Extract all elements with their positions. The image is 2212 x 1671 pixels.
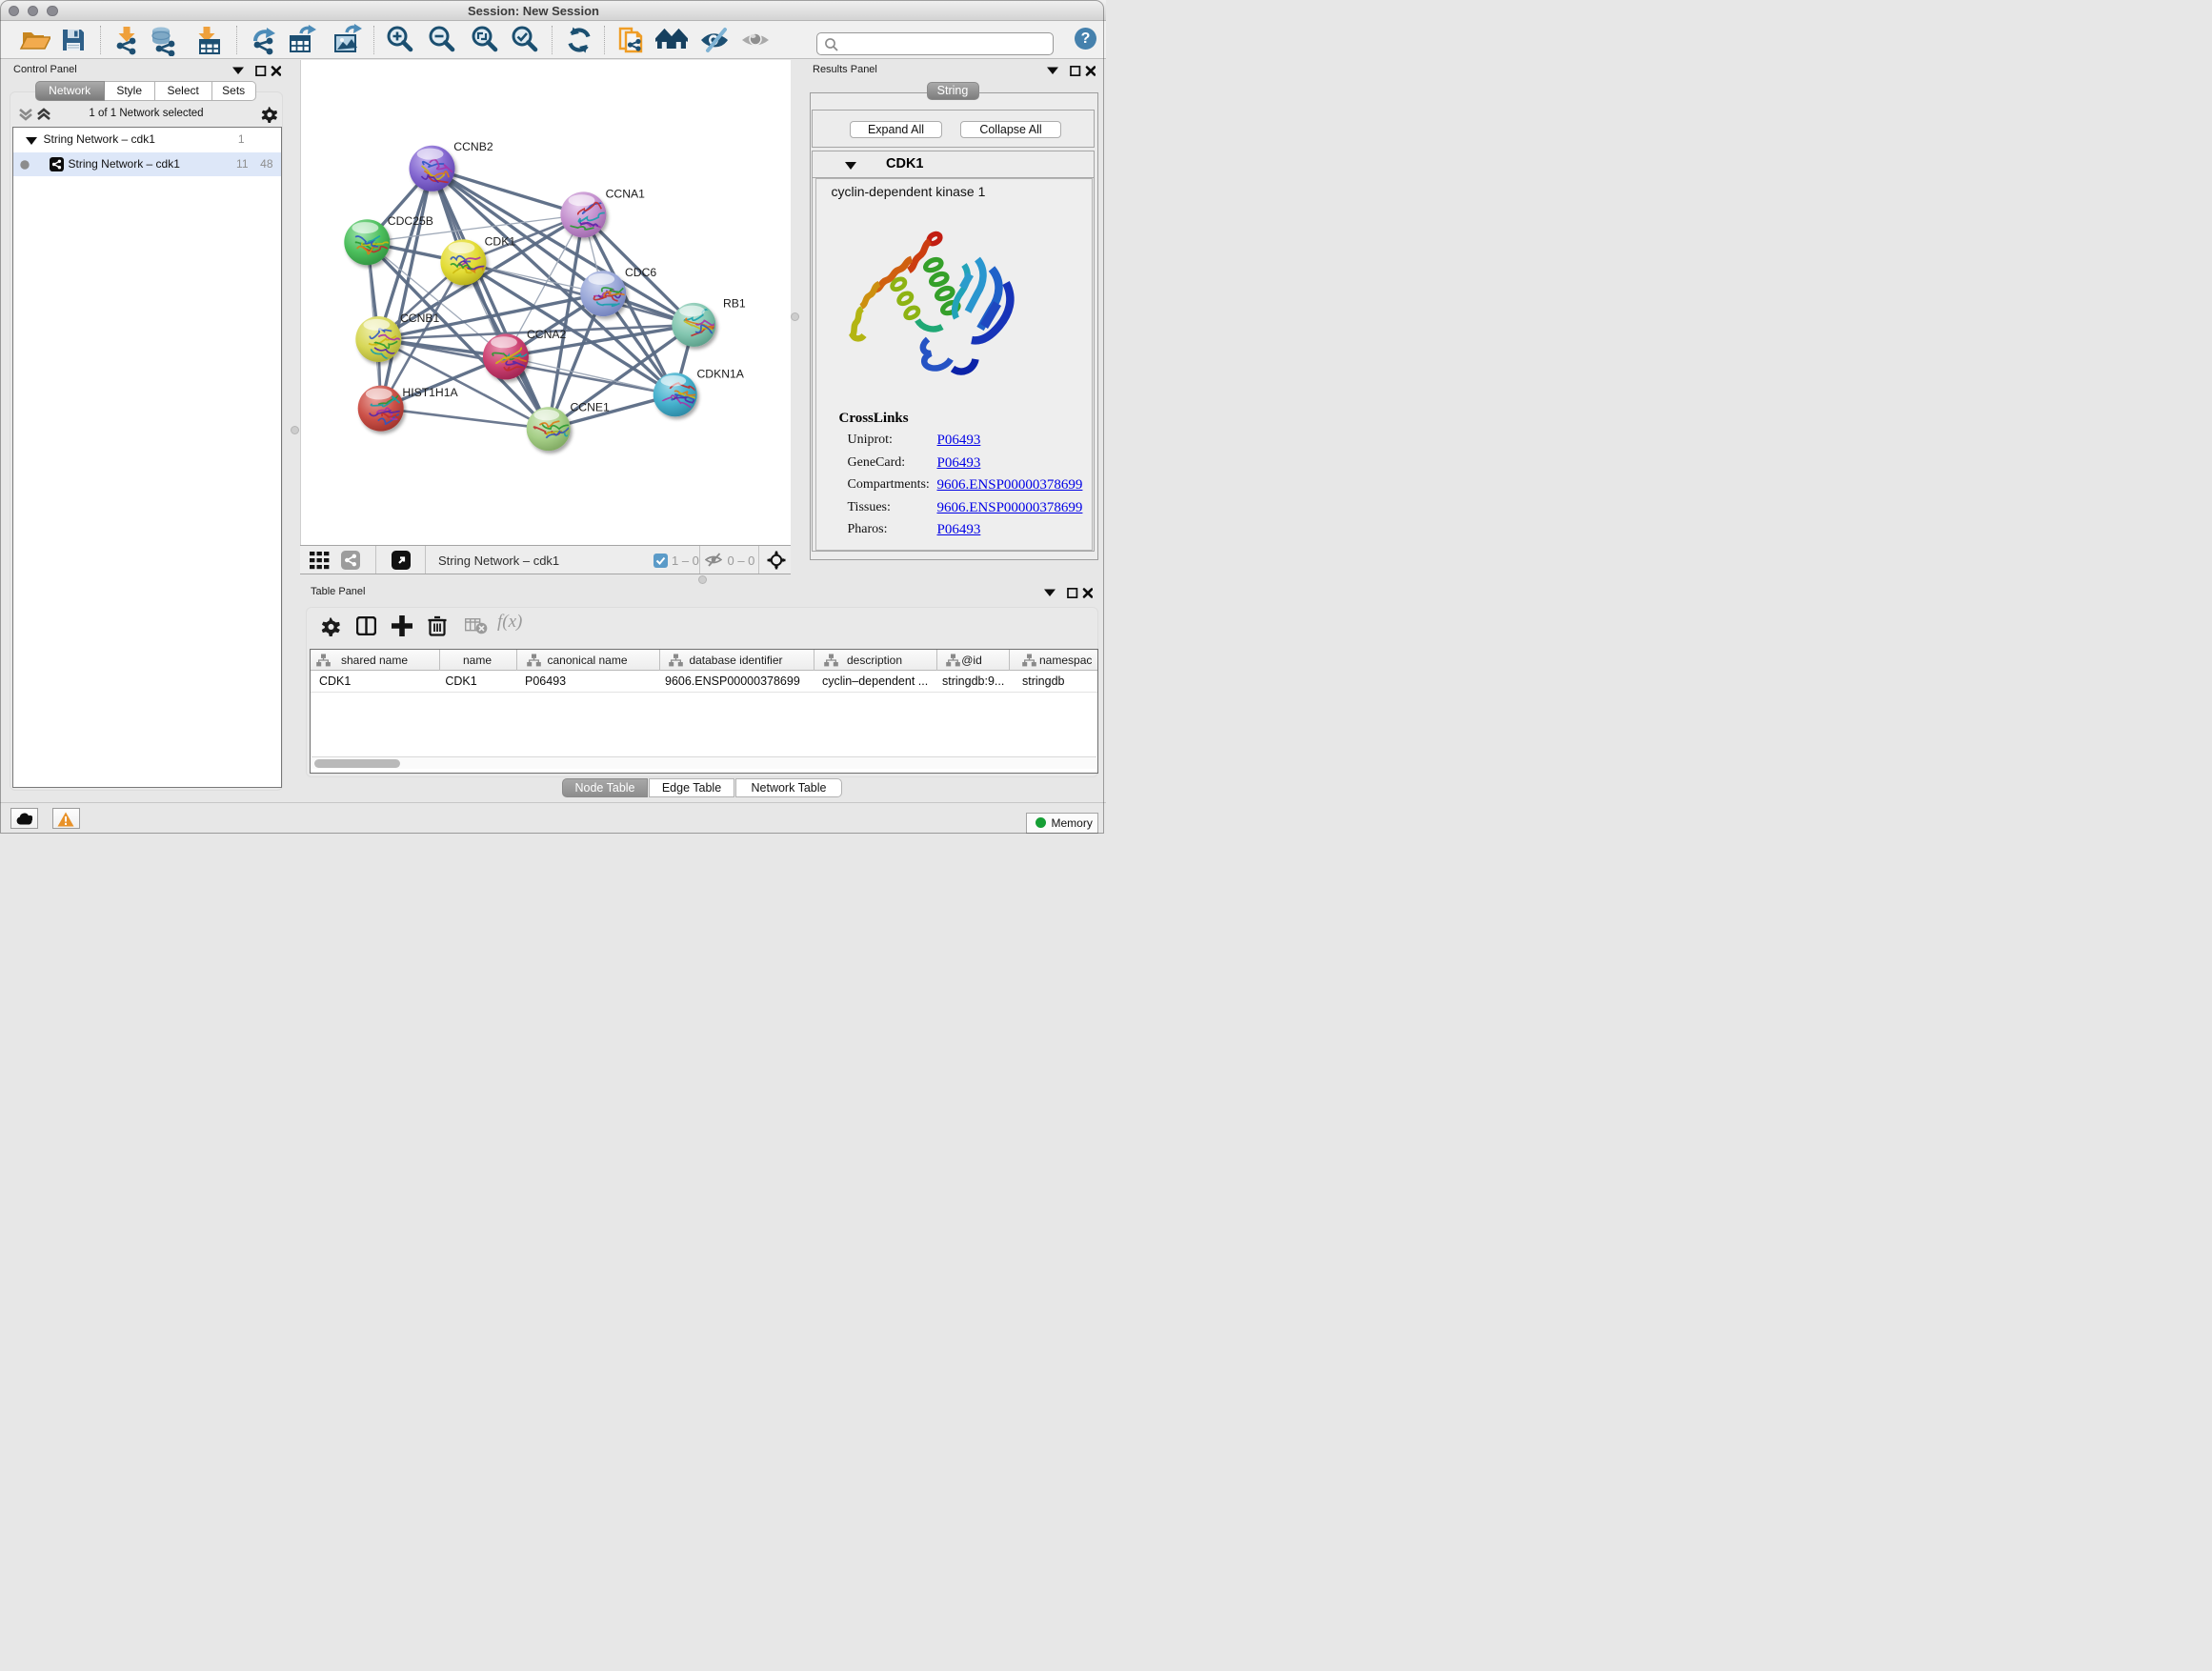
svg-text:CDK1: CDK1	[485, 235, 516, 249]
svg-text:CCNB1: CCNB1	[400, 312, 440, 325]
svg-text:CDKN1A: CDKN1A	[697, 368, 745, 381]
svg-text:CCNA1: CCNA1	[606, 187, 646, 200]
svg-text:RB1: RB1	[723, 296, 746, 310]
svg-text:CCNB2: CCNB2	[453, 140, 493, 153]
svg-text:HIST1H1A: HIST1H1A	[402, 386, 458, 399]
svg-text:CCNA2: CCNA2	[527, 328, 567, 341]
svg-text:CDC25B: CDC25B	[388, 214, 433, 228]
svg-text:CDC6: CDC6	[625, 266, 656, 279]
svg-text:CCNE1: CCNE1	[571, 401, 611, 414]
